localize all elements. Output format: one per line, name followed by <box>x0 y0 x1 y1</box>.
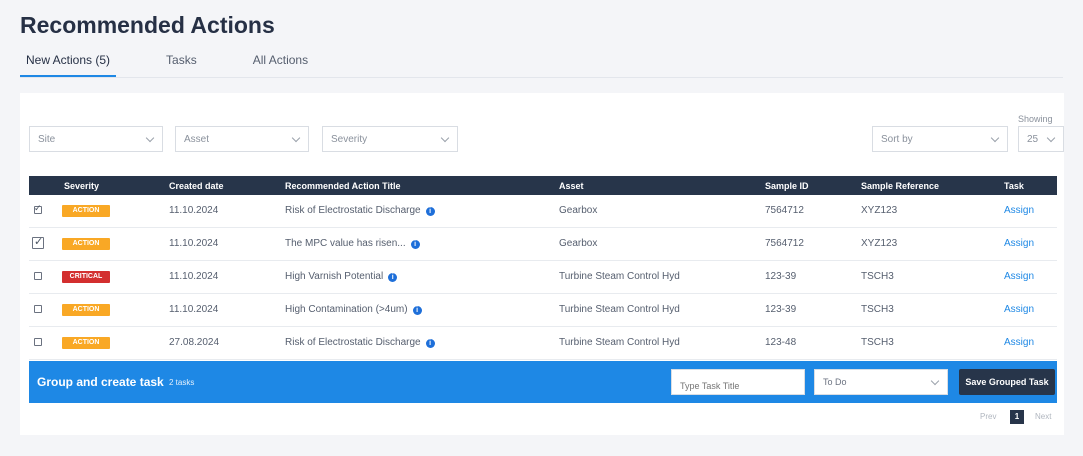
assign-link[interactable]: Assign <box>1004 337 1034 348</box>
col-severity[interactable]: Severity <box>64 181 99 191</box>
task-status-select[interactable]: To Do <box>814 369 948 395</box>
site-filter[interactable]: Site <box>29 126 163 152</box>
tab-tasks[interactable]: Tasks <box>160 50 203 78</box>
sample-id: 123-48 <box>765 337 797 348</box>
action-title: The MPC value has risen... <box>285 238 406 249</box>
severity-badge: ACTION <box>62 304 110 316</box>
chevron-down-icon <box>990 133 1000 143</box>
chevron-down-icon <box>930 376 940 386</box>
sample-id: 123-39 <box>765 271 797 282</box>
table-row: ACTION 27.08.2024 Risk of Electrostatic … <box>29 327 1057 360</box>
info-icon[interactable]: i <box>425 207 435 216</box>
site-filter-label: Site <box>38 134 56 145</box>
created-date: 11.10.2024 <box>169 205 219 216</box>
task-title-input[interactable] <box>671 369 805 395</box>
row-checkbox[interactable] <box>34 272 42 280</box>
showing-label: Showing <box>1018 114 1053 124</box>
table-row: ACTION 11.10.2024 High Contamination (>4… <box>29 294 1057 327</box>
assign-link[interactable]: Assign <box>1004 238 1034 249</box>
col-task[interactable]: Task <box>1004 181 1024 191</box>
table-header: Severity Created date Recommended Action… <box>29 176 1057 195</box>
action-title-cell[interactable]: Risk of Electrostatic Discharge i <box>285 205 435 216</box>
severity-badge: ACTION <box>62 337 110 349</box>
sample-reference: XYZ123 <box>861 205 898 216</box>
action-title: High Varnish Potential <box>285 271 384 282</box>
page-size-value: 25 <box>1027 134 1039 145</box>
table-row: CRITICAL 11.10.2024 High Varnish Potenti… <box>29 261 1057 294</box>
sort-select[interactable]: Sort by <box>872 126 1008 152</box>
page-title: Recommended Actions <box>20 12 275 38</box>
chevron-down-icon <box>145 133 155 143</box>
save-grouped-task-button[interactable]: Save Grouped Task <box>959 369 1055 395</box>
table-row: ACTION 11.10.2024 Risk of Electrostatic … <box>29 195 1057 228</box>
col-asset[interactable]: Asset <box>559 181 584 191</box>
asset-name: Gearbox <box>559 238 598 249</box>
asset-name: Turbine Steam Control Hyd <box>559 337 680 348</box>
row-checkbox[interactable] <box>32 235 44 249</box>
assign-link[interactable]: Assign <box>1004 205 1034 216</box>
group-title: Group and create task <box>37 375 164 389</box>
action-title-cell[interactable]: High Varnish Potential i <box>285 271 398 282</box>
tab-new-actions[interactable]: New Actions (5) <box>20 50 117 78</box>
asset-name: Gearbox <box>559 205 598 216</box>
action-title-cell[interactable]: The MPC value has risen... i <box>285 238 420 249</box>
sample-reference: TSCH3 <box>861 337 894 348</box>
action-title-cell[interactable]: High Contamination (>4um) i <box>285 304 422 315</box>
row-checkbox[interactable] <box>34 305 42 313</box>
sample-reference: TSCH3 <box>861 304 894 315</box>
group-task-bar: Group and create task 2 tasks To Do Save… <box>29 361 1057 403</box>
actions-panel: Site Asset Severity Sort by Showing 25 S… <box>20 93 1064 435</box>
col-sample-id[interactable]: Sample ID <box>765 181 809 191</box>
page-size-select[interactable]: 25 <box>1018 126 1064 152</box>
col-sample-reference[interactable]: Sample Reference <box>861 181 939 191</box>
selected-count: 2 tasks <box>169 378 195 387</box>
info-icon[interactable]: i <box>412 306 422 315</box>
severity-badge: ACTION <box>62 238 110 250</box>
chevron-down-icon <box>291 133 301 143</box>
prev-page-button[interactable]: Prev <box>980 412 996 421</box>
severity-filter[interactable]: Severity <box>322 126 458 152</box>
task-status-value: To Do <box>823 377 847 387</box>
sample-reference: XYZ123 <box>861 238 898 249</box>
action-title: Risk of Electrostatic Discharge <box>285 205 421 216</box>
asset-name: Turbine Steam Control Hyd <box>559 304 680 315</box>
severity-filter-label: Severity <box>331 134 368 145</box>
tab-divider <box>20 77 1063 78</box>
row-checkbox[interactable] <box>34 203 42 214</box>
created-date: 11.10.2024 <box>169 238 219 249</box>
asset-name: Turbine Steam Control Hyd <box>559 271 680 282</box>
severity-badge: ACTION <box>62 205 110 217</box>
page-number-button[interactable]: 1 <box>1010 410 1024 424</box>
info-icon[interactable]: i <box>425 339 435 348</box>
assign-link[interactable]: Assign <box>1004 271 1034 282</box>
sample-id: 123-39 <box>765 304 797 315</box>
tab-all-actions[interactable]: All Actions <box>247 50 314 78</box>
created-date: 11.10.2024 <box>169 304 219 315</box>
sort-select-label: Sort by <box>881 134 913 145</box>
row-checkbox[interactable] <box>34 338 42 346</box>
assign-link[interactable]: Assign <box>1004 304 1034 315</box>
action-title-cell[interactable]: Risk of Electrostatic Discharge i <box>285 337 435 348</box>
info-icon[interactable]: i <box>388 273 398 282</box>
sample-id: 7564712 <box>765 238 804 249</box>
severity-badge: CRITICAL <box>62 271 110 283</box>
created-date: 11.10.2024 <box>169 271 219 282</box>
tab-bar: New Actions (5) Tasks All Actions <box>20 50 358 78</box>
action-title: High Contamination (>4um) <box>285 304 408 315</box>
actions-table: Severity Created date Recommended Action… <box>29 176 1057 360</box>
sample-reference: TSCH3 <box>861 271 894 282</box>
created-date: 27.08.2024 <box>169 337 220 348</box>
info-icon[interactable]: i <box>410 240 420 249</box>
table-row: ACTION 11.10.2024 The MPC value has rise… <box>29 228 1057 261</box>
asset-filter-label: Asset <box>184 134 210 145</box>
col-action-title[interactable]: Recommended Action Title <box>285 181 401 191</box>
col-created-date[interactable]: Created date <box>169 181 224 191</box>
sample-id: 7564712 <box>765 205 804 216</box>
chevron-down-icon <box>440 133 450 143</box>
action-title: Risk of Electrostatic Discharge <box>285 337 421 348</box>
chevron-down-icon <box>1046 133 1056 143</box>
next-page-button[interactable]: Next <box>1035 412 1051 421</box>
asset-filter[interactable]: Asset <box>175 126 309 152</box>
